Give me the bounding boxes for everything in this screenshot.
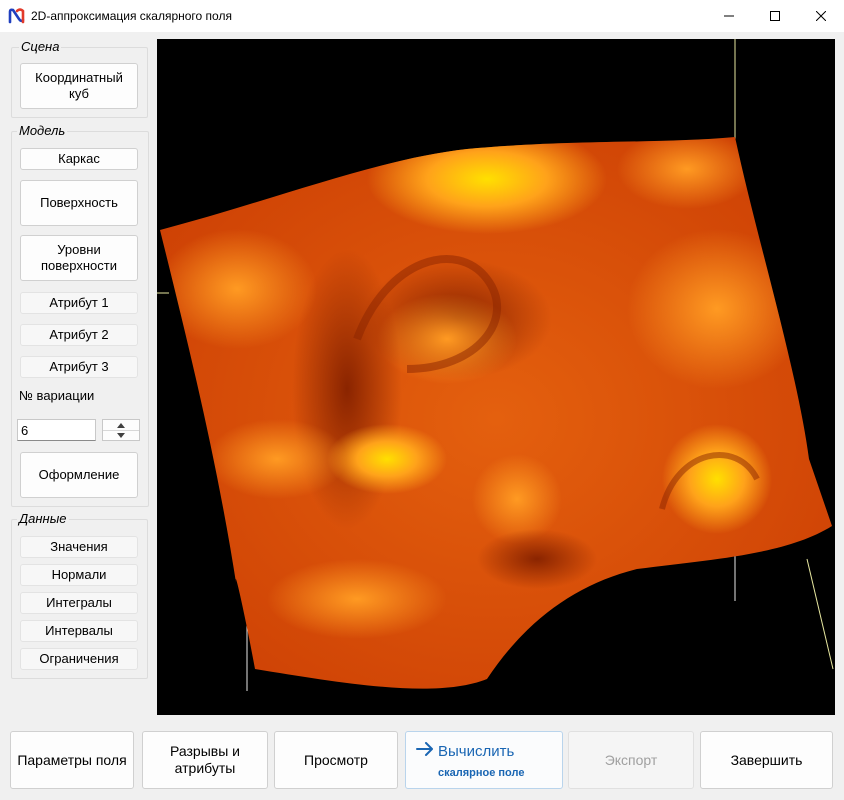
compute-subtitle: скалярное поле: [438, 767, 525, 779]
attribute-1-button[interactable]: Атрибут 1: [20, 292, 138, 314]
model-legend: Модель: [17, 123, 68, 138]
app-logo-icon: [8, 8, 25, 24]
preview-button[interactable]: Просмотр: [274, 731, 398, 789]
surface-button[interactable]: Поверхность: [20, 180, 138, 226]
maximize-icon: [770, 11, 780, 21]
scene-legend: Сцена: [19, 39, 62, 54]
stepper-down-button[interactable]: [103, 430, 139, 440]
minimize-icon: [724, 15, 734, 17]
field-params-button[interactable]: Параметры поля: [10, 731, 134, 789]
breaks-attrs-button[interactable]: Разрывы и атрибуты: [142, 731, 268, 789]
data-legend: Данные: [17, 511, 69, 526]
minimize-button[interactable]: [706, 0, 752, 32]
integrals-button[interactable]: Интегралы: [20, 592, 138, 614]
attribute-3-button[interactable]: Атрибут 3: [20, 356, 138, 378]
export-button[interactable]: Экспорт: [568, 731, 694, 789]
normals-button[interactable]: Нормали: [20, 564, 138, 586]
finish-button[interactable]: Завершить: [700, 731, 833, 789]
attribute-2-button[interactable]: Атрибут 2: [20, 324, 138, 346]
variation-input[interactable]: 6: [17, 419, 96, 441]
title-bar: 2D-аппроксимация скалярного поля: [0, 0, 844, 32]
3d-viewport[interactable]: [157, 39, 835, 715]
surface-levels-button[interactable]: Уровни поверхности: [20, 235, 138, 281]
styling-button[interactable]: Оформление: [20, 452, 138, 498]
intervals-button[interactable]: Интервалы: [20, 620, 138, 642]
coord-cube-button[interactable]: Координатный куб: [20, 63, 138, 109]
surface-render: [157, 39, 834, 691]
compute-button[interactable]: Вычислить скалярное поле: [405, 731, 563, 789]
arrow-right-icon: [416, 742, 433, 756]
window-title: 2D-аппроксимация скалярного поля: [31, 9, 232, 23]
close-icon: [816, 11, 826, 21]
compute-title: Вычислить: [438, 743, 515, 760]
chevron-down-icon: [117, 432, 125, 438]
maximize-button[interactable]: [752, 0, 798, 32]
constraints-button[interactable]: Ограничения: [20, 648, 138, 670]
variation-stepper[interactable]: [102, 419, 140, 441]
values-button[interactable]: Значения: [20, 536, 138, 558]
variation-label: № вариации: [19, 388, 95, 403]
wireframe-button[interactable]: Каркас: [20, 148, 138, 170]
close-button[interactable]: [798, 0, 844, 32]
chevron-up-icon: [117, 422, 125, 428]
